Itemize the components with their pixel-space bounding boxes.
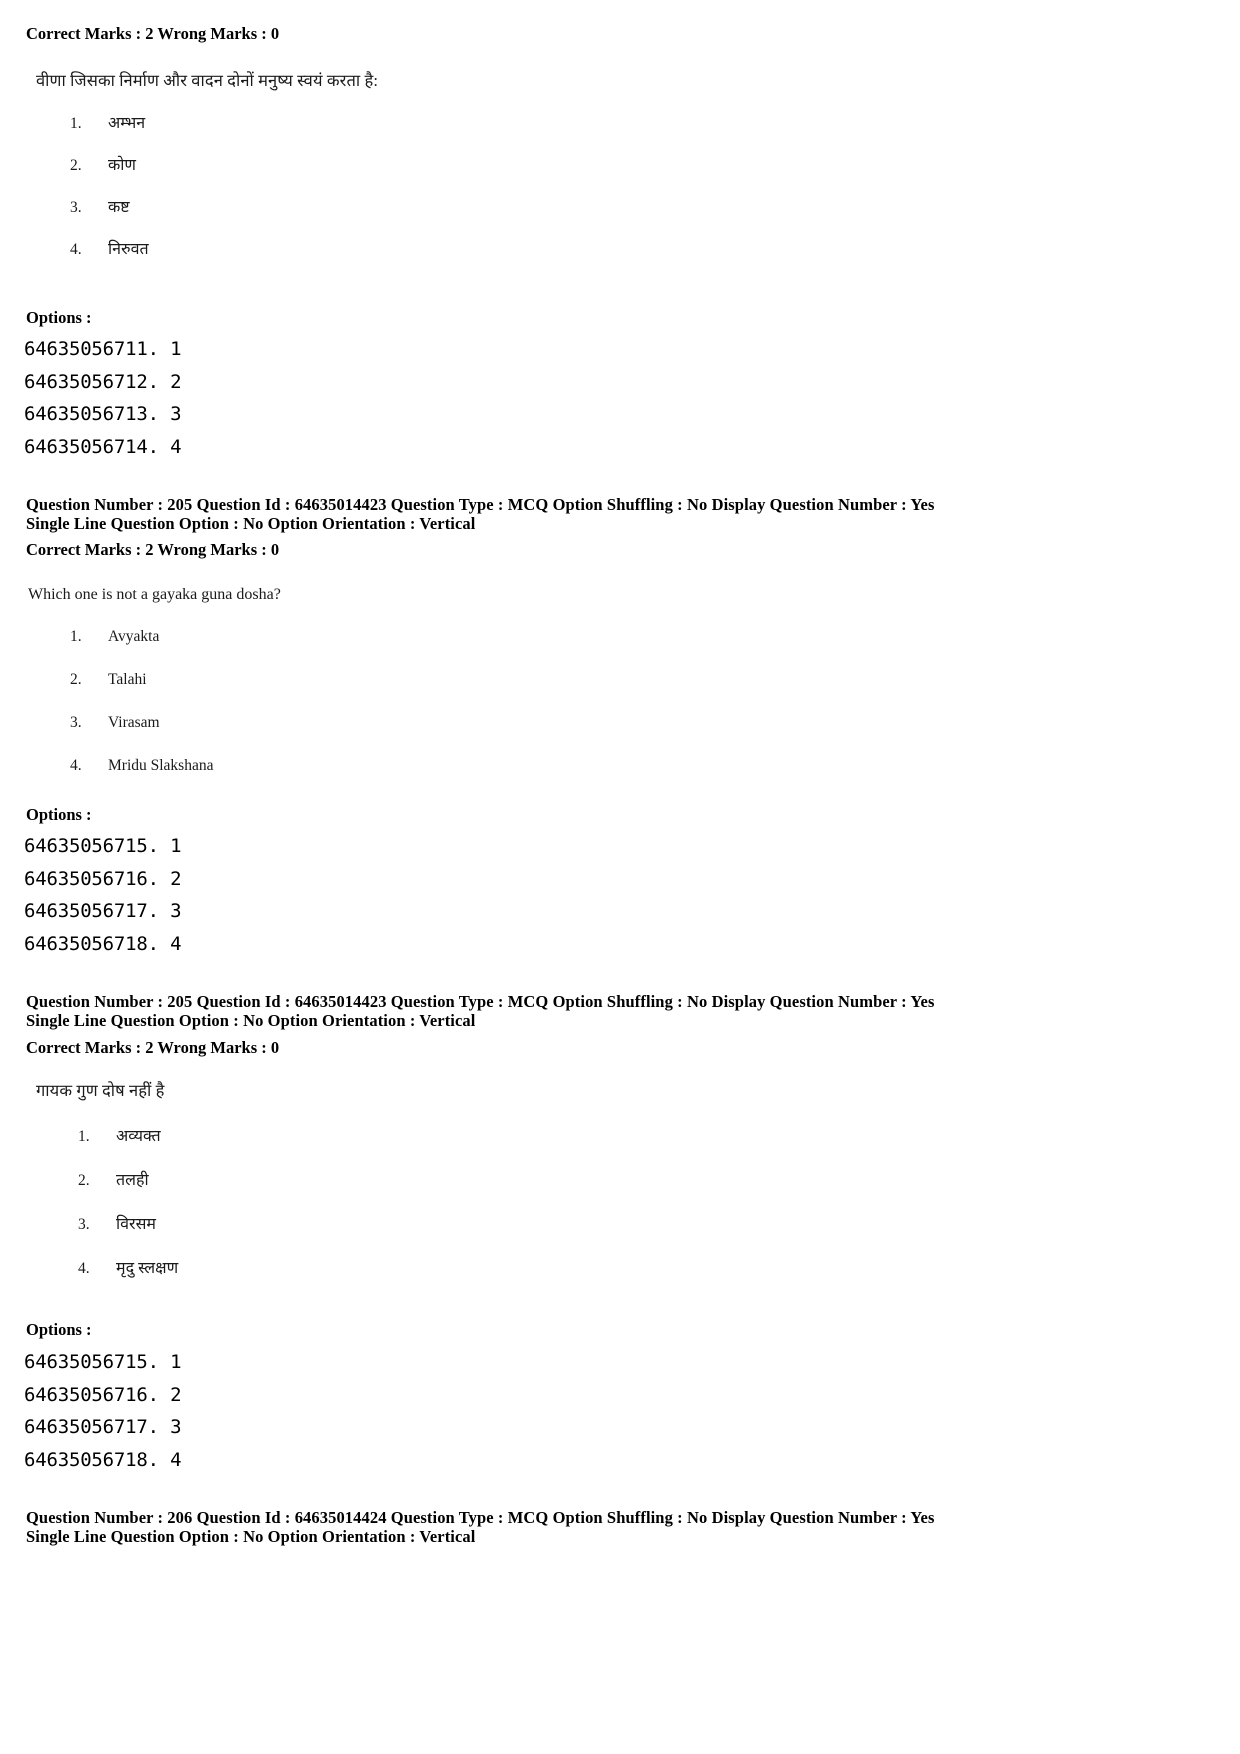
choice-text: विरसम — [116, 1216, 156, 1233]
correct-wrong-marks-line-2: Correct Marks : 2 Wrong Marks : 0 — [26, 540, 280, 559]
option-id: 64635056718. 4 — [24, 933, 182, 956]
choice-item[interactable]: 1. अम्भन — [70, 111, 149, 153]
choice-number: 1. — [70, 115, 82, 132]
choice-text: मृदु स्लक्षण — [116, 1260, 179, 1277]
question-meta-line-primary: Question Number : 205 Question Id : 6463… — [26, 495, 935, 514]
options-label-2: Options : — [26, 805, 92, 824]
choice-text: Avyakta — [108, 628, 160, 645]
choice-item[interactable]: 1. अव्यक्त — [78, 1124, 178, 1168]
options-label-1: Options : — [26, 308, 92, 327]
choice-item[interactable]: 3. कष्ट — [70, 195, 149, 237]
choice-number: 1. — [70, 628, 82, 645]
question-meta-line-secondary: Single Line Question Option : No Option … — [26, 514, 476, 534]
question-meta-line-primary: Question Number : 205 Question Id : 6463… — [26, 992, 935, 1011]
choice-text: Virasam — [108, 714, 160, 731]
choice-item[interactable]: 2. कोण — [70, 153, 149, 195]
choice-item[interactable]: 2. तलही — [78, 1168, 178, 1212]
choice-item[interactable]: 2. Talahi — [70, 671, 213, 714]
choice-text: तलही — [116, 1172, 149, 1189]
choice-number: 2. — [70, 157, 82, 174]
option-id: 64635056715. 1 — [24, 835, 182, 857]
choice-item[interactable]: 4. निरुवत — [70, 237, 149, 279]
choice-number: 4. — [70, 241, 82, 258]
choice-item[interactable]: 4. मृदु स्लक्षण — [78, 1256, 178, 1300]
correct-wrong-marks-line-3: Correct Marks : 2 Wrong Marks : 0 — [26, 1038, 280, 1057]
question-meta-line-secondary: Single Line Question Option : No Option … — [26, 1011, 476, 1031]
choice-item[interactable]: 3. विरसम — [78, 1212, 178, 1256]
exam-page: Correct Marks : 2 Wrong Marks : 0 वीणा ज… — [0, 0, 1240, 1754]
choice-number: 1. — [78, 1128, 90, 1145]
option-id: 64635056716. 2 — [24, 1383, 182, 1406]
choice-text: कोण — [108, 157, 137, 174]
choice-item[interactable]: 1. Avyakta — [70, 628, 213, 671]
choice-item[interactable]: 3. Virasam — [70, 714, 213, 757]
options-label-3: Options : — [26, 1320, 92, 1339]
option-id: 64635056714. 4 — [24, 436, 182, 459]
option-id: 64635056713. 3 — [24, 403, 182, 426]
choice-text: कष्ट — [108, 199, 130, 216]
choice-number: 3. — [70, 714, 82, 731]
question-meta-line-secondary: Single Line Question Option : No Option … — [26, 1527, 476, 1547]
choice-number: 4. — [70, 757, 82, 774]
question-meta-2: Question Number : 205 Question Id : 6463… — [26, 495, 935, 534]
choice-number: 4. — [78, 1260, 90, 1277]
option-id: 64635056717. 3 — [24, 900, 182, 923]
option-id: 64635056718. 4 — [24, 1449, 182, 1472]
question-stem-3: गायक गुण दोष नहीं है — [36, 1081, 165, 1100]
question-meta-4: Question Number : 206 Question Id : 6463… — [26, 1508, 935, 1547]
choice-text: Mridu Slakshana — [108, 757, 214, 774]
option-id: 64635056717. 3 — [24, 1416, 182, 1439]
option-id: 64635056712. 2 — [24, 370, 182, 393]
choice-number: 2. — [78, 1172, 90, 1189]
option-id-list-3: 64635056715. 1 64635056716. 2 6463505671… — [24, 1346, 182, 1477]
choice-text: Talahi — [108, 671, 147, 688]
choice-list-3: 1. अव्यक्त 2. तलही 3. विरसम 4. मृदु स्लक… — [78, 1124, 178, 1300]
question-meta-3: Question Number : 205 Question Id : 6463… — [26, 992, 935, 1031]
question-stem-1: वीणा जिसका निर्माण और वादन दोनों मनुष्य … — [36, 71, 379, 90]
choice-number: 2. — [70, 671, 82, 688]
choice-list-2: 1. Avyakta 2. Talahi 3. Virasam 4. Mridu… — [70, 628, 213, 800]
question-meta-line-primary: Question Number : 206 Question Id : 6463… — [26, 1508, 935, 1527]
option-id: 64635056716. 2 — [24, 867, 182, 890]
option-id: 64635056715. 1 — [24, 1351, 182, 1373]
option-id: 64635056711. 1 — [24, 338, 182, 360]
choice-text: अव्यक्त — [116, 1128, 161, 1145]
option-id-list-2: 64635056715. 1 64635056716. 2 6463505671… — [24, 830, 182, 961]
choice-item[interactable]: 4. Mridu Slakshana — [70, 757, 213, 800]
choice-number: 3. — [70, 199, 82, 216]
choice-text: अम्भन — [108, 115, 146, 132]
correct-wrong-marks-line-1: Correct Marks : 2 Wrong Marks : 0 — [26, 24, 280, 43]
option-id-list-1: 64635056711. 1 64635056712. 2 6463505671… — [24, 333, 182, 464]
question-stem-2: Which one is not a gayaka guna dosha? — [28, 586, 281, 603]
choice-list-1: 1. अम्भन 2. कोण 3. कष्ट 4. निरुवत — [70, 111, 149, 279]
choice-number: 3. — [78, 1216, 90, 1233]
choice-text: निरुवत — [108, 241, 149, 258]
